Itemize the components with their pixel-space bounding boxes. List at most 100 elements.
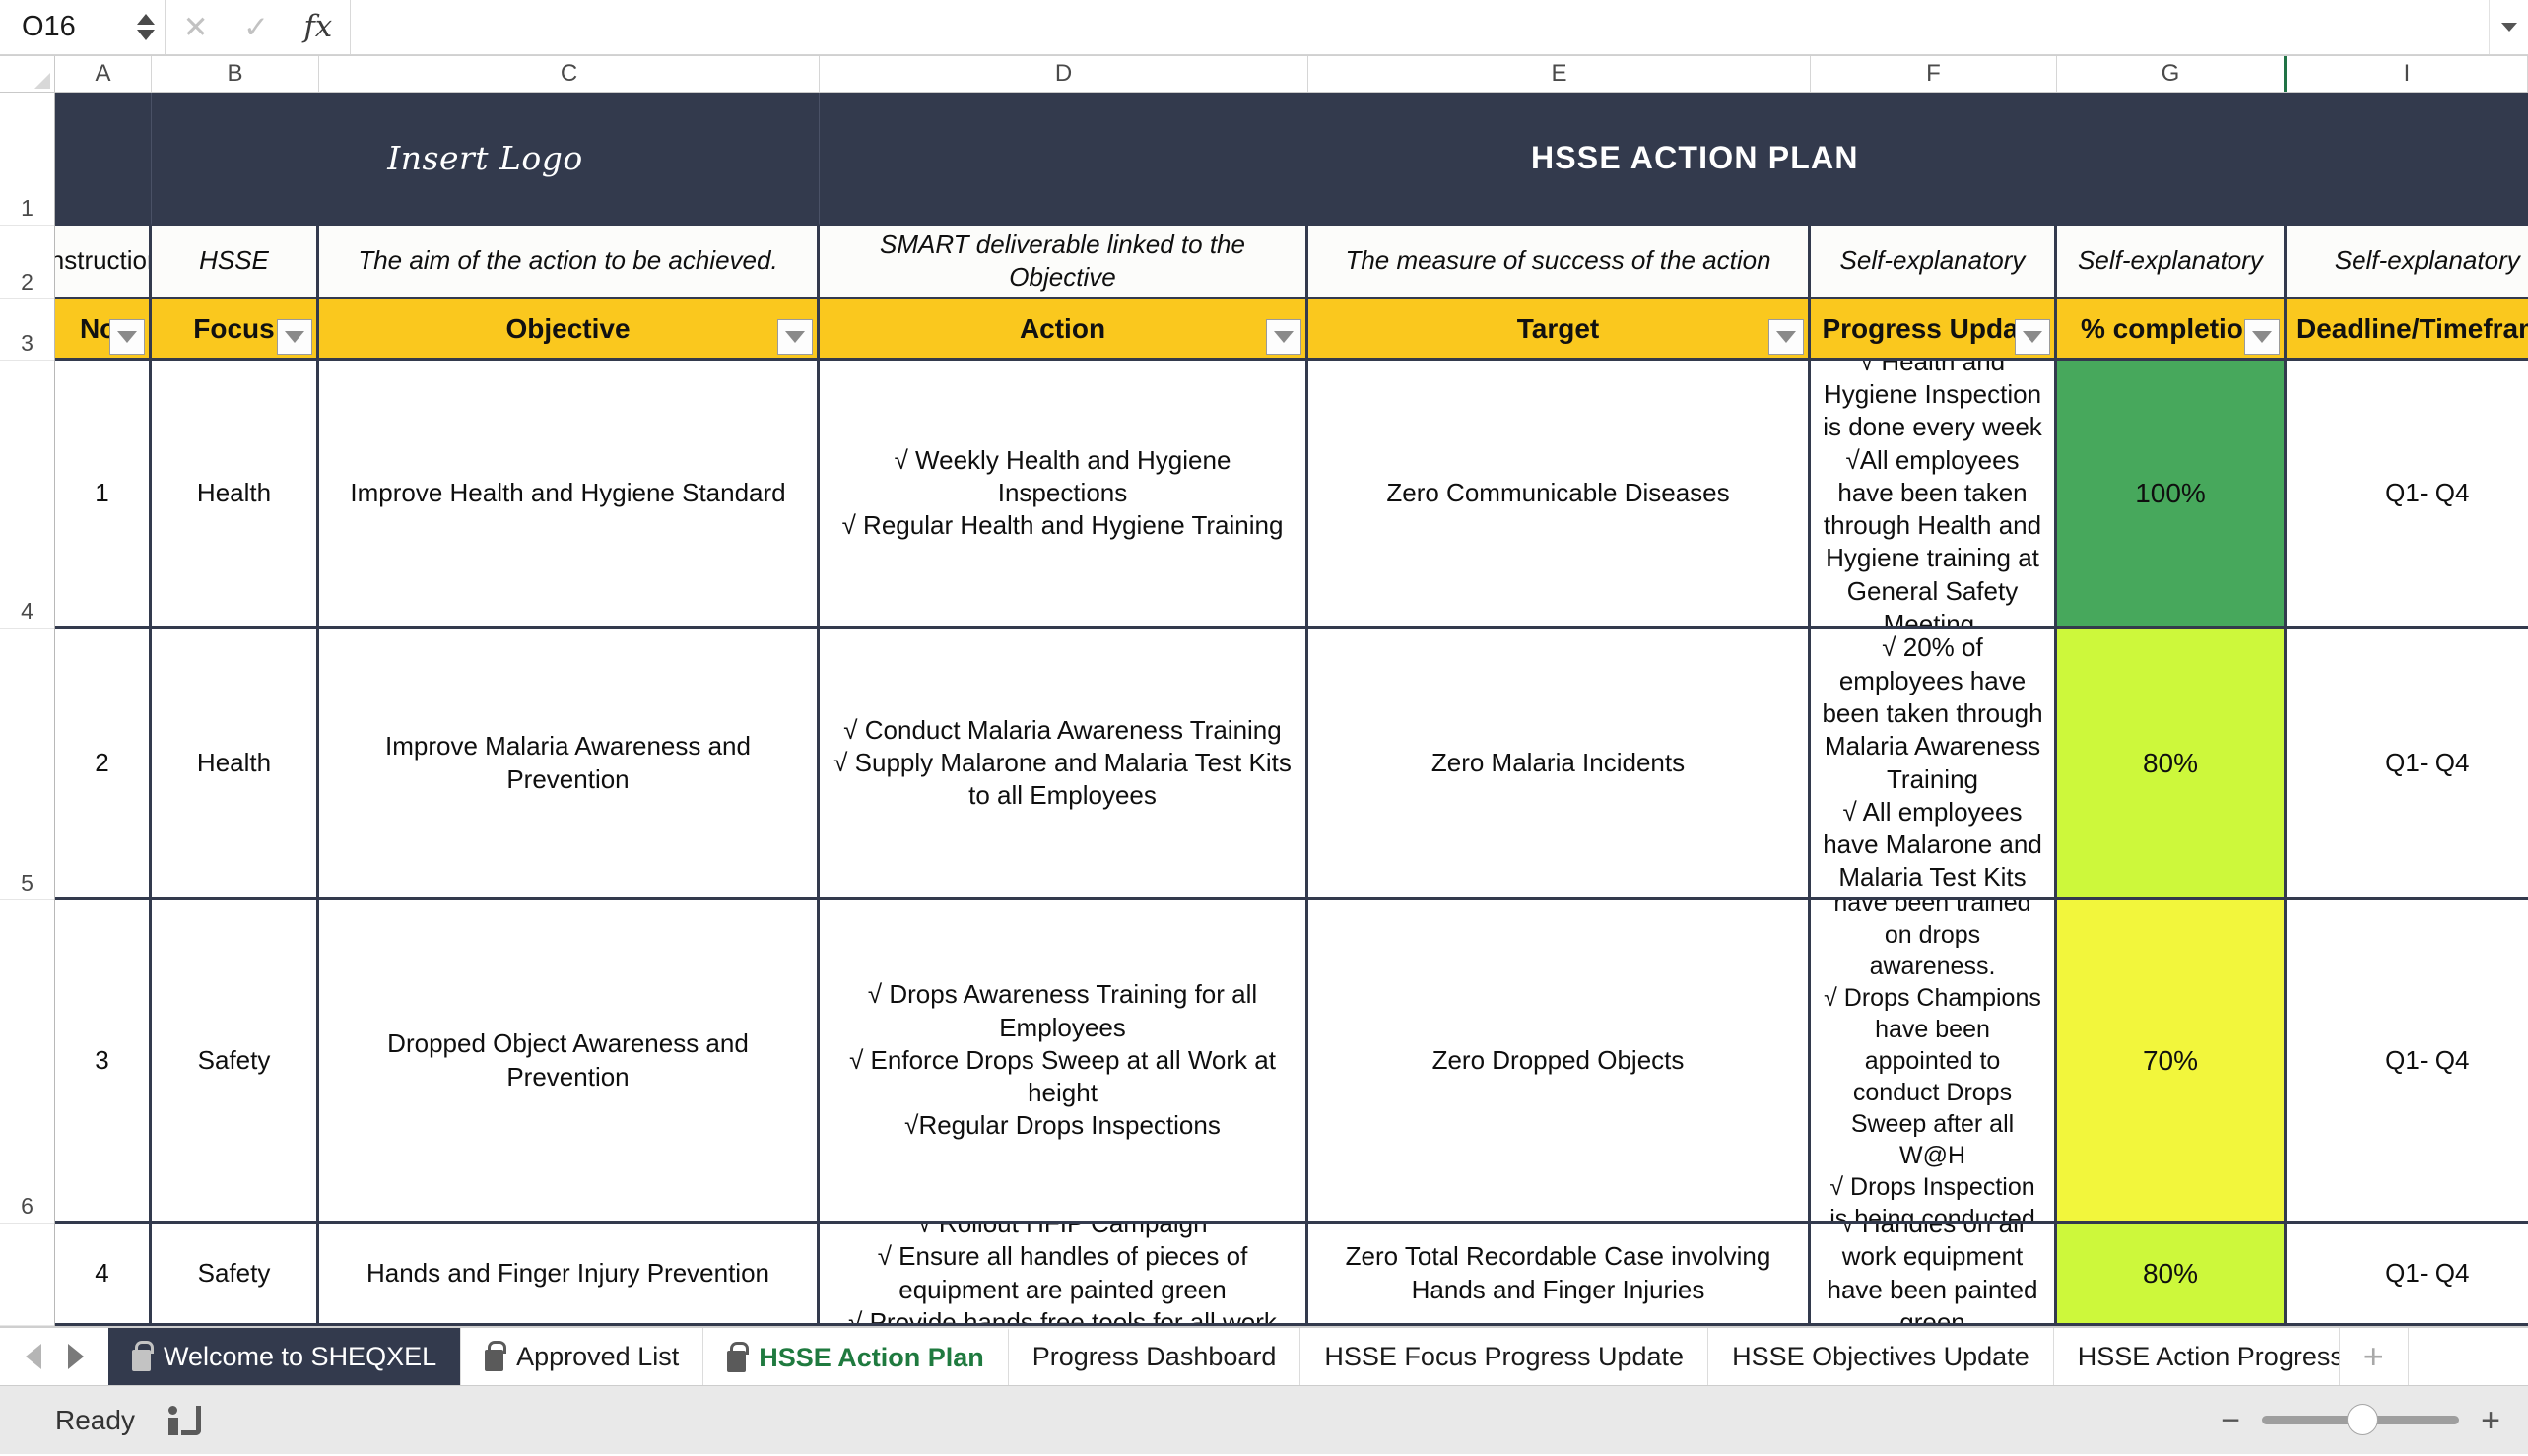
cell-objective[interactable]: Improve Health and Hygiene Standard bbox=[319, 361, 820, 629]
row-header-5[interactable]: 5 bbox=[0, 629, 54, 900]
cell-target[interactable]: Zero Communicable Diseases bbox=[1308, 361, 1811, 629]
cell-focus[interactable]: Health bbox=[152, 361, 319, 629]
spinner-up-icon[interactable] bbox=[137, 14, 155, 25]
expand-formula-bar-button[interactable] bbox=[2489, 0, 2528, 54]
header-target[interactable]: Target bbox=[1308, 299, 1811, 361]
filter-button-progress-update[interactable] bbox=[2015, 319, 2050, 355]
header-deadline[interactable]: Deadline/Timeframe bbox=[2287, 299, 2528, 361]
cell-percent-completion[interactable]: 80% bbox=[2057, 629, 2287, 900]
add-sheet-button[interactable]: + bbox=[2340, 1328, 2409, 1385]
cancel-icon[interactable]: ✕ bbox=[183, 12, 209, 42]
instruction-cell-f[interactable]: Self-explanatory bbox=[1811, 226, 2057, 299]
zoom-out-button[interactable]: − bbox=[2221, 1404, 2240, 1437]
cell-objective[interactable]: Hands and Finger Injury Prevention bbox=[319, 1224, 820, 1326]
column-header-g[interactable]: G bbox=[2057, 56, 2287, 92]
instruction-cell-i[interactable]: Self-explanatory bbox=[2287, 226, 2528, 299]
cell-no[interactable]: 4 bbox=[55, 1224, 152, 1326]
cell-no[interactable]: 2 bbox=[55, 629, 152, 900]
sheet-tab-approved-list[interactable]: Approved List bbox=[461, 1328, 704, 1385]
name-box-value[interactable]: O16 bbox=[0, 11, 137, 43]
instruction-cell-e[interactable]: The measure of success of the action bbox=[1308, 226, 1811, 299]
header-progress-update[interactable]: Progress Update bbox=[1811, 299, 2057, 361]
column-header-c[interactable]: C bbox=[319, 56, 820, 92]
header-no[interactable]: No. bbox=[55, 299, 152, 361]
cell-deadline[interactable]: Q1- Q4 bbox=[2287, 629, 2528, 900]
logo-placeholder[interactable]: Insert Logo bbox=[152, 93, 820, 226]
cell-action[interactable]: √ Weekly Health and Hygiene Inspections … bbox=[820, 361, 1308, 629]
name-box[interactable]: O16 bbox=[0, 0, 166, 54]
filter-button-no[interactable] bbox=[109, 319, 145, 355]
cell-no[interactable]: 1 bbox=[55, 361, 152, 629]
zoom-slider-thumb[interactable] bbox=[2347, 1404, 2379, 1435]
previous-sheet-icon[interactable] bbox=[25, 1344, 41, 1369]
column-header-b[interactable]: B bbox=[152, 56, 319, 92]
cell-focus[interactable]: Health bbox=[152, 629, 319, 900]
cell-progress-update[interactable]: √ Health and Hygiene Inspection is done … bbox=[1811, 361, 2057, 629]
row-header-3[interactable]: 3 bbox=[0, 299, 54, 361]
sheet-tab-hsse-focus-progress-update[interactable]: HSSE Focus Progress Update bbox=[1300, 1328, 1709, 1385]
row-header-4[interactable]: 4 bbox=[0, 361, 54, 629]
cell-deadline[interactable]: Q1- Q4 bbox=[2287, 1224, 2528, 1326]
cell-deadline[interactable]: Q1- Q4 bbox=[2287, 361, 2528, 629]
row-header-7[interactable] bbox=[0, 1224, 54, 1326]
cell-objective[interactable]: Improve Malaria Awareness and Prevention bbox=[319, 629, 820, 900]
cell-action[interactable]: √ Rollout HFIP Campaign √ Ensure all han… bbox=[820, 1224, 1308, 1326]
sheet-tab-hsse-action-plan[interactable]: HSSE Action Plan bbox=[703, 1328, 1009, 1385]
header-focus[interactable]: Focus bbox=[152, 299, 319, 361]
cell-progress-update[interactable]: √ 10% of employees have been trained on … bbox=[1811, 900, 2057, 1224]
status-text: Ready bbox=[55, 1404, 135, 1435]
zoom-slider[interactable] bbox=[2262, 1404, 2460, 1435]
column-header-i[interactable]: I bbox=[2287, 56, 2528, 92]
column-header-f[interactable]: F bbox=[1811, 56, 2057, 92]
cell-progress-update[interactable]: √ 20% of employees have been taken throu… bbox=[1811, 629, 2057, 900]
sheet-tab-hsse-action-progress[interactable]: HSSE Action Progress bbox=[2054, 1328, 2340, 1385]
cell-percent-completion[interactable]: 100% bbox=[2057, 361, 2287, 629]
filter-button-objective[interactable] bbox=[777, 319, 813, 355]
filter-button-percent-completion[interactable] bbox=[2244, 319, 2280, 355]
row-header-1[interactable]: 1 bbox=[0, 93, 54, 226]
cell-focus[interactable]: Safety bbox=[152, 900, 319, 1224]
filter-button-focus[interactable] bbox=[277, 319, 312, 355]
cell-target[interactable]: Zero Malaria Incidents bbox=[1308, 629, 1811, 900]
column-header-e[interactable]: E bbox=[1308, 56, 1811, 92]
cell-percent-completion[interactable]: 80% bbox=[2057, 1224, 2287, 1326]
accessibility-checker-icon[interactable] bbox=[167, 1405, 202, 1435]
zoom-control[interactable]: − + bbox=[2221, 1404, 2500, 1437]
row-header-2[interactable]: 2 bbox=[0, 226, 54, 299]
cell-action[interactable]: √ Conduct Malaria Awareness Training √ S… bbox=[820, 629, 1308, 900]
cell-focus[interactable]: Safety bbox=[152, 1224, 319, 1326]
header-percent-completion[interactable]: % completion bbox=[2057, 299, 2287, 361]
cell-target[interactable]: Zero Total Recordable Case involving Han… bbox=[1308, 1224, 1811, 1326]
cell-action[interactable]: √ Drops Awareness Training for all Emplo… bbox=[820, 900, 1308, 1224]
cell-progress-update[interactable]: √ Handles on all work equipment have bee… bbox=[1811, 1224, 2057, 1326]
sheet-tab-hsse-objectives-update[interactable]: HSSE Objectives Update bbox=[1708, 1328, 2054, 1385]
cell-percent-completion[interactable]: 70% bbox=[2057, 900, 2287, 1224]
instruction-cell-g[interactable]: Self-explanatory bbox=[2057, 226, 2287, 299]
instruction-cell-d[interactable]: SMART deliverable linked to the Objectiv… bbox=[820, 226, 1308, 299]
sheet-tab-welcome-to-sheqxel[interactable]: Welcome to SHEQXEL bbox=[108, 1328, 462, 1385]
sheet-tab-progress-dashboard[interactable]: Progress Dashboard bbox=[1009, 1328, 1301, 1385]
header-objective[interactable]: Objective bbox=[319, 299, 820, 361]
instruction-cell-c[interactable]: The aim of the action to be achieved. bbox=[319, 226, 820, 299]
name-box-spinner[interactable] bbox=[137, 14, 165, 40]
column-header-d[interactable]: D bbox=[820, 56, 1308, 92]
filter-button-action[interactable] bbox=[1266, 319, 1301, 355]
row-header-6[interactable]: 6 bbox=[0, 900, 54, 1224]
header-action[interactable]: Action bbox=[820, 299, 1308, 361]
next-sheet-icon[interactable] bbox=[67, 1344, 84, 1369]
zoom-in-button[interactable]: + bbox=[2481, 1404, 2500, 1437]
insert-function-icon[interactable]: fx bbox=[303, 12, 332, 42]
cell-objective[interactable]: Dropped Object Awareness and Prevention bbox=[319, 900, 820, 1224]
cell-target[interactable]: Zero Dropped Objects bbox=[1308, 900, 1811, 1224]
filter-button-target[interactable] bbox=[1768, 319, 1804, 355]
instruction-cell-a[interactable]: Instruction bbox=[55, 226, 152, 299]
sheet-tab-navigation[interactable] bbox=[0, 1328, 108, 1385]
confirm-icon[interactable]: ✓ bbox=[243, 12, 269, 42]
instruction-cell-b[interactable]: HSSE bbox=[152, 226, 319, 299]
formula-input[interactable] bbox=[351, 0, 2489, 54]
cell-no[interactable]: 3 bbox=[55, 900, 152, 1224]
column-header-a[interactable]: A bbox=[55, 56, 152, 92]
select-all-corner[interactable] bbox=[0, 56, 55, 92]
spinner-down-icon[interactable] bbox=[137, 30, 155, 40]
cell-deadline[interactable]: Q1- Q4 bbox=[2287, 900, 2528, 1224]
